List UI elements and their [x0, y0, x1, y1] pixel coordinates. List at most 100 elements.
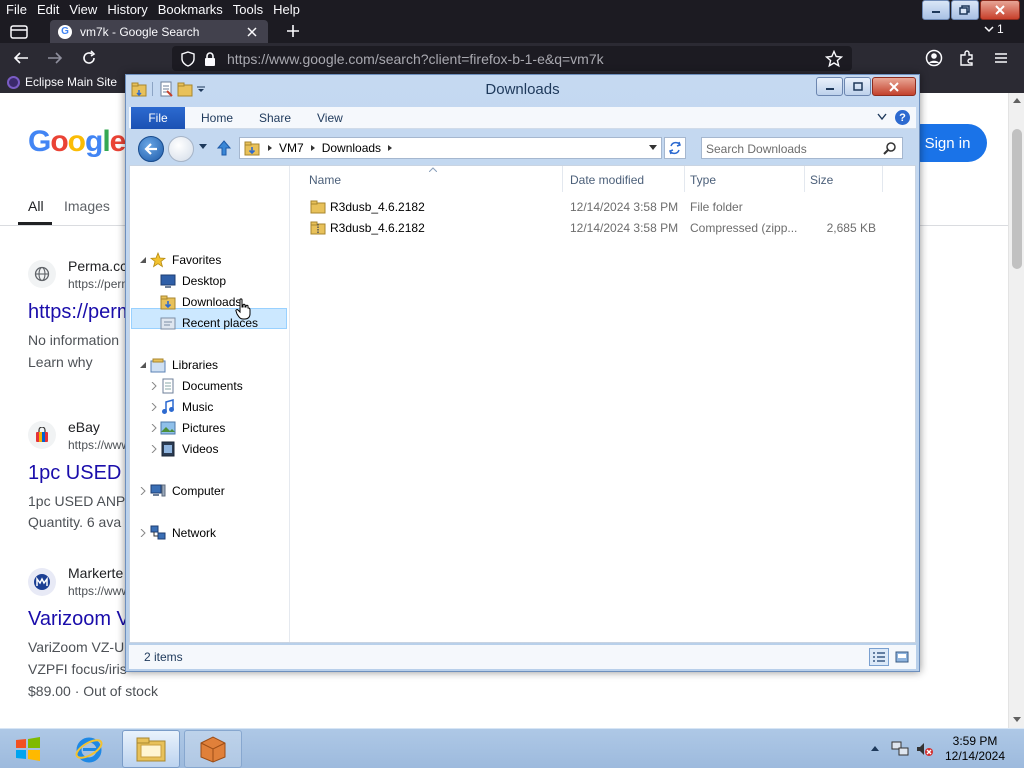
volume-muted-icon[interactable] — [915, 741, 933, 757]
system-clock[interactable]: 3:59 PM 12/14/2024 — [940, 734, 1010, 764]
app-menu-button[interactable] — [992, 49, 1010, 67]
address-dropdown-icon[interactable] — [648, 142, 658, 152]
start-button[interactable] — [8, 733, 48, 765]
nav-desktop[interactable]: Desktop — [130, 271, 288, 291]
forward-button[interactable] — [46, 49, 64, 67]
explorer-forward-button[interactable] — [168, 136, 194, 162]
nav-libraries[interactable]: Libraries — [130, 355, 288, 375]
menu-view[interactable]: View — [64, 0, 102, 20]
ribbon-tab-share[interactable]: Share — [259, 111, 291, 125]
extensions-button[interactable] — [958, 49, 976, 67]
taskbar-internet-explorer[interactable] — [60, 730, 118, 768]
explorer-minimize-button[interactable] — [816, 77, 843, 96]
firefox-close-button[interactable] — [980, 0, 1020, 20]
refresh-button[interactable] — [664, 137, 686, 159]
result-title-link[interactable]: Varizoom V — [28, 608, 130, 631]
explorer-titlebar[interactable]: Downloads — [126, 75, 919, 105]
file-row[interactable]: R3dusb_4.6.2182 12/14/2024 3:58 PM Compr… — [292, 218, 892, 238]
explorer-back-button[interactable] — [138, 136, 164, 162]
menu-history[interactable]: History — [102, 0, 152, 20]
column-header-date[interactable]: Date modified — [570, 173, 644, 187]
collapsed-triangle-icon[interactable] — [139, 529, 147, 537]
network-status-icon[interactable] — [891, 741, 909, 757]
breadcrumb-arrow-icon[interactable] — [266, 144, 274, 152]
browser-tab-active[interactable]: G vm7k - Google Search — [50, 20, 268, 43]
firefox-minimize-button[interactable] — [922, 0, 950, 20]
ribbon-tab-view[interactable]: View — [317, 111, 343, 125]
column-header-type[interactable]: Type — [690, 173, 716, 187]
back-button[interactable] — [12, 49, 30, 67]
breadcrumb-downloads[interactable]: Downloads — [322, 141, 381, 155]
arrow-up-icon[interactable] — [216, 139, 232, 157]
result-title-link[interactable]: 1pc USED — [28, 462, 121, 485]
nav-videos[interactable]: Videos — [130, 439, 288, 459]
scroll-thumb[interactable] — [1012, 129, 1022, 269]
expanded-triangle-icon[interactable] — [139, 256, 147, 264]
breadcrumb-arrow-icon[interactable] — [309, 144, 317, 152]
nav-recent-places[interactable]: Recent places — [130, 313, 288, 333]
search-input[interactable] — [706, 141, 876, 156]
search-downloads-box[interactable] — [701, 137, 903, 159]
reload-button[interactable] — [80, 49, 98, 67]
large-icons-view-button[interactable] — [892, 648, 912, 666]
ribbon-tab-file[interactable]: File — [131, 107, 185, 129]
collapsed-triangle-icon[interactable] — [150, 424, 158, 432]
menu-bookmarks[interactable]: Bookmarks — [153, 0, 228, 20]
menu-help[interactable]: Help — [268, 0, 305, 20]
menu-edit[interactable]: Edit — [32, 0, 64, 20]
scroll-down-icon[interactable] — [1013, 717, 1021, 723]
expanded-triangle-icon[interactable] — [139, 361, 147, 369]
explorer-close-button[interactable] — [872, 77, 916, 96]
tab-close-button[interactable] — [244, 24, 260, 40]
collapsed-triangle-icon[interactable] — [150, 382, 158, 390]
menu-tools[interactable]: Tools — [228, 0, 268, 20]
list-all-tabs-button[interactable]: 1 — [984, 22, 1004, 36]
tab-all[interactable]: All — [28, 198, 44, 214]
scroll-up-icon[interactable] — [1013, 97, 1021, 103]
result-learn-why-link[interactable]: Learn why — [28, 354, 93, 370]
breadcrumb-arrow-icon[interactable] — [386, 144, 394, 152]
search-icon[interactable] — [883, 141, 897, 155]
bookmark-eclipse[interactable]: Eclipse Main Site — [7, 75, 117, 89]
bookmark-star-icon[interactable] — [825, 50, 843, 68]
firefox-restore-button[interactable] — [951, 0, 979, 20]
nav-computer[interactable]: Computer — [130, 481, 288, 501]
nav-documents[interactable]: Documents — [130, 376, 288, 396]
result-title-link[interactable]: https://perm — [28, 301, 134, 324]
explorer-address-bar[interactable]: VM7 Downloads — [239, 137, 662, 159]
nav-downloads[interactable]: Downloads — [130, 292, 288, 312]
tab-images[interactable]: Images — [64, 198, 110, 214]
explorer-maximize-button[interactable] — [844, 77, 871, 96]
new-tab-plus-icon[interactable] — [285, 23, 301, 39]
column-header-size[interactable]: Size — [810, 173, 833, 187]
show-hidden-icons-icon[interactable] — [870, 744, 880, 752]
lock-icon[interactable] — [203, 51, 217, 67]
nav-pictures[interactable]: Pictures — [130, 418, 288, 438]
chevron-down-icon[interactable] — [876, 112, 888, 122]
column-divider[interactable] — [882, 166, 883, 192]
file-row[interactable]: R3dusb_4.6.2182 12/14/2024 3:58 PM File … — [292, 197, 892, 217]
menu-file[interactable]: File — [0, 0, 32, 20]
recent-locations-icon[interactable] — [198, 143, 208, 151]
column-divider[interactable] — [684, 166, 685, 192]
google-logo[interactable]: Google — [28, 125, 126, 159]
column-divider[interactable] — [562, 166, 563, 192]
column-divider[interactable] — [804, 166, 805, 192]
address-bar[interactable]: https://www.google.com/search?client=fir… — [172, 46, 852, 71]
collapsed-triangle-icon[interactable] — [139, 487, 147, 495]
help-button[interactable]: ? — [895, 110, 910, 125]
taskbar-virtualbox[interactable] — [184, 730, 242, 768]
nav-music[interactable]: Music — [130, 397, 288, 417]
details-view-button[interactable] — [869, 648, 889, 666]
shield-icon[interactable] — [180, 51, 196, 67]
breadcrumb-vm7[interactable]: VM7 — [279, 141, 304, 155]
taskbar-file-explorer[interactable] — [122, 730, 180, 768]
collapsed-triangle-icon[interactable] — [150, 403, 158, 411]
nav-favorites[interactable]: Favorites — [130, 250, 288, 270]
collapsed-triangle-icon[interactable] — [150, 445, 158, 453]
page-scrollbar[interactable] — [1008, 93, 1024, 728]
firefox-view-icon[interactable] — [10, 23, 28, 39]
ribbon-tab-home[interactable]: Home — [201, 111, 233, 125]
nav-network[interactable]: Network — [130, 523, 288, 543]
column-header-name[interactable]: Name — [309, 173, 341, 187]
